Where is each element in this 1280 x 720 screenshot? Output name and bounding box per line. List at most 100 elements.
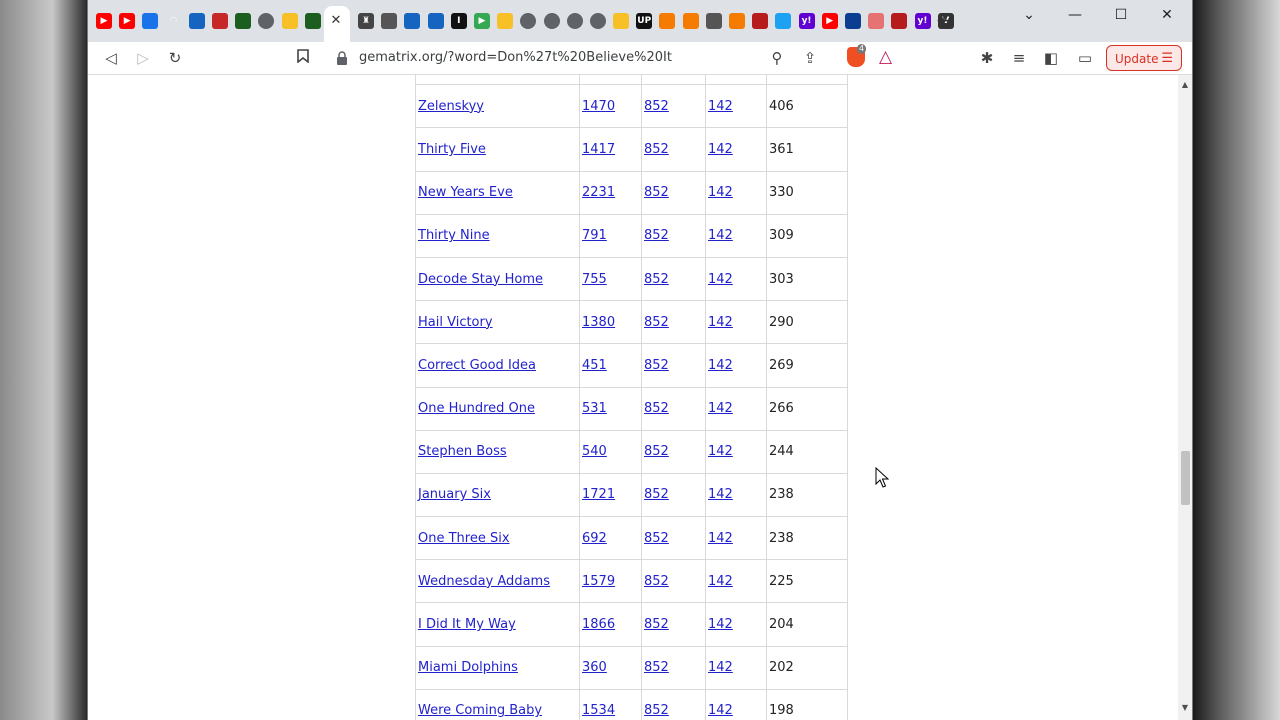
youtube-icon[interactable]: ▶ bbox=[821, 13, 838, 29]
globe-icon[interactable] bbox=[543, 13, 560, 29]
english-value-link[interactable]: 1380 bbox=[582, 315, 615, 330]
site-icon[interactable] bbox=[729, 13, 745, 29]
share-icon[interactable]: ⇪ bbox=[800, 48, 820, 68]
site-icon[interactable] bbox=[682, 13, 699, 29]
simple-value-link[interactable]: 852 bbox=[644, 531, 669, 546]
forward-button[interactable]: ▷ bbox=[133, 48, 153, 68]
english-value-link[interactable]: 531 bbox=[582, 401, 607, 416]
jewish-value-link[interactable]: 142 bbox=[708, 444, 733, 459]
site-icon[interactable] bbox=[381, 13, 398, 29]
back-button[interactable]: ◁ bbox=[101, 48, 121, 68]
word-link[interactable]: Zelenskyy bbox=[418, 99, 484, 114]
site-icon[interactable]: ♜ bbox=[358, 13, 374, 29]
simple-value-link[interactable]: 852 bbox=[644, 574, 669, 589]
up-icon[interactable]: UP bbox=[636, 13, 653, 29]
english-value-link[interactable]: 360 bbox=[582, 660, 607, 675]
site-icon[interactable] bbox=[868, 13, 885, 29]
simple-value-link[interactable]: 852 bbox=[644, 358, 669, 373]
word-link[interactable]: Stephen Boss bbox=[418, 444, 507, 459]
word-link[interactable]: January Six bbox=[418, 487, 491, 502]
english-value-link[interactable]: 540 bbox=[582, 444, 607, 459]
tab-search-icon[interactable]: ⌄ bbox=[1014, 5, 1044, 25]
english-value-link[interactable]: 755 bbox=[582, 272, 607, 287]
simple-value-link[interactable]: 852 bbox=[644, 660, 669, 675]
minimize-button[interactable]: — bbox=[1060, 5, 1090, 25]
word-link[interactable]: New Years Eve bbox=[418, 185, 513, 200]
english-value-link[interactable]: 1417 bbox=[582, 142, 615, 157]
jewish-value-link[interactable]: 142 bbox=[708, 574, 733, 589]
play-icon[interactable]: ▶ bbox=[473, 13, 490, 29]
brave-rewards-icon[interactable]: △ bbox=[879, 47, 892, 67]
jewish-value-link[interactable]: 142 bbox=[708, 703, 733, 718]
site-icon[interactable] bbox=[659, 13, 676, 29]
site-icon[interactable] bbox=[844, 13, 861, 29]
close-tab-icon[interactable]: ✕ bbox=[328, 13, 344, 29]
zoom-icon[interactable]: ⚲ bbox=[767, 48, 787, 68]
reload-button[interactable]: ↻ bbox=[165, 48, 185, 68]
jewish-value-link[interactable]: 142 bbox=[708, 228, 733, 243]
site-icon[interactable] bbox=[304, 13, 321, 29]
jewish-value-link[interactable]: 142 bbox=[708, 315, 733, 330]
word-link[interactable]: Hail Victory bbox=[418, 315, 493, 330]
english-value-link[interactable]: 692 bbox=[582, 531, 607, 546]
jewish-value-link[interactable]: 142 bbox=[708, 487, 733, 502]
site-icon[interactable] bbox=[404, 13, 421, 29]
scroll-down-icon[interactable]: ▼ bbox=[1181, 704, 1189, 712]
media-controls-icon[interactable]: ≡ bbox=[1009, 48, 1029, 68]
youtube-icon[interactable]: ▶ bbox=[119, 13, 136, 29]
word-link[interactable]: Were Coming Baby bbox=[418, 703, 542, 718]
jewish-value-link[interactable]: 142 bbox=[708, 272, 733, 287]
scrollbar-thumb[interactable] bbox=[1181, 451, 1190, 505]
word-link[interactable]: One Three Six bbox=[418, 531, 510, 546]
simple-value-link[interactable]: 852 bbox=[644, 401, 669, 416]
english-value-link[interactable]: 1470 bbox=[582, 99, 615, 114]
globe-icon[interactable] bbox=[589, 13, 606, 29]
word-link[interactable]: I Did It My Way bbox=[418, 617, 516, 632]
simple-value-link[interactable]: 852 bbox=[644, 444, 669, 459]
wallet-icon[interactable]: ▭ bbox=[1075, 48, 1095, 68]
site-icon[interactable] bbox=[281, 13, 298, 29]
vertical-scrollbar[interactable]: ▲ ▼ bbox=[1178, 75, 1192, 720]
jewish-value-link[interactable]: 142 bbox=[708, 401, 733, 416]
english-value-link[interactable]: 451 bbox=[582, 358, 607, 373]
jewish-value-link[interactable]: 142 bbox=[708, 142, 733, 157]
new-tab-button[interactable]: + bbox=[934, 10, 954, 30]
jewish-value-link[interactable]: 142 bbox=[708, 99, 733, 114]
yahoo-icon[interactable]: y! bbox=[798, 13, 815, 29]
maximize-button[interactable]: ☐ bbox=[1106, 5, 1136, 25]
simple-value-link[interactable]: 852 bbox=[644, 487, 669, 502]
word-link[interactable]: Decode Stay Home bbox=[418, 272, 543, 287]
yahoo-icon[interactable]: y! bbox=[914, 13, 931, 29]
site-icon[interactable] bbox=[427, 13, 444, 29]
word-link[interactable]: Correct Good Idea bbox=[418, 358, 536, 373]
jewish-value-link[interactable]: 142 bbox=[708, 358, 733, 373]
simple-value-link[interactable]: 852 bbox=[644, 617, 669, 632]
bookmark-icon[interactable] bbox=[293, 48, 313, 68]
english-value-link[interactable]: 791 bbox=[582, 228, 607, 243]
simple-value-link[interactable]: 852 bbox=[644, 99, 669, 114]
update-button[interactable]: Update ☰ bbox=[1106, 45, 1182, 71]
word-link[interactable]: Thirty Five bbox=[418, 142, 486, 157]
site-icon[interactable]: I bbox=[450, 13, 467, 29]
jewish-value-link[interactable]: 142 bbox=[708, 660, 733, 675]
site-icon[interactable] bbox=[613, 13, 630, 29]
site-icon[interactable] bbox=[497, 13, 514, 29]
globe-icon[interactable] bbox=[520, 13, 537, 29]
close-window-button[interactable]: ✕ bbox=[1152, 5, 1182, 25]
simple-value-link[interactable]: 852 bbox=[644, 703, 669, 718]
word-link[interactable]: One Hundred One bbox=[418, 401, 535, 416]
yinyang-icon[interactable] bbox=[188, 13, 205, 29]
youtube-icon[interactable]: ▶ bbox=[96, 13, 112, 29]
site-icon[interactable] bbox=[752, 13, 769, 29]
word-link[interactable]: Thirty Nine bbox=[418, 228, 490, 243]
loading-icon[interactable]: ◠ bbox=[165, 13, 182, 29]
simple-value-link[interactable]: 852 bbox=[644, 142, 669, 157]
jewish-value-link[interactable]: 142 bbox=[708, 531, 733, 546]
site-icon[interactable] bbox=[705, 13, 722, 29]
english-value-link[interactable]: 1866 bbox=[582, 617, 615, 632]
english-value-link[interactable]: 1721 bbox=[582, 487, 615, 502]
sidebar-icon[interactable]: ◧ bbox=[1041, 48, 1061, 68]
site-icon[interactable] bbox=[142, 13, 159, 29]
word-link[interactable]: Miami Dolphins bbox=[418, 660, 518, 675]
word-link[interactable]: Wednesday Addams bbox=[418, 574, 550, 589]
